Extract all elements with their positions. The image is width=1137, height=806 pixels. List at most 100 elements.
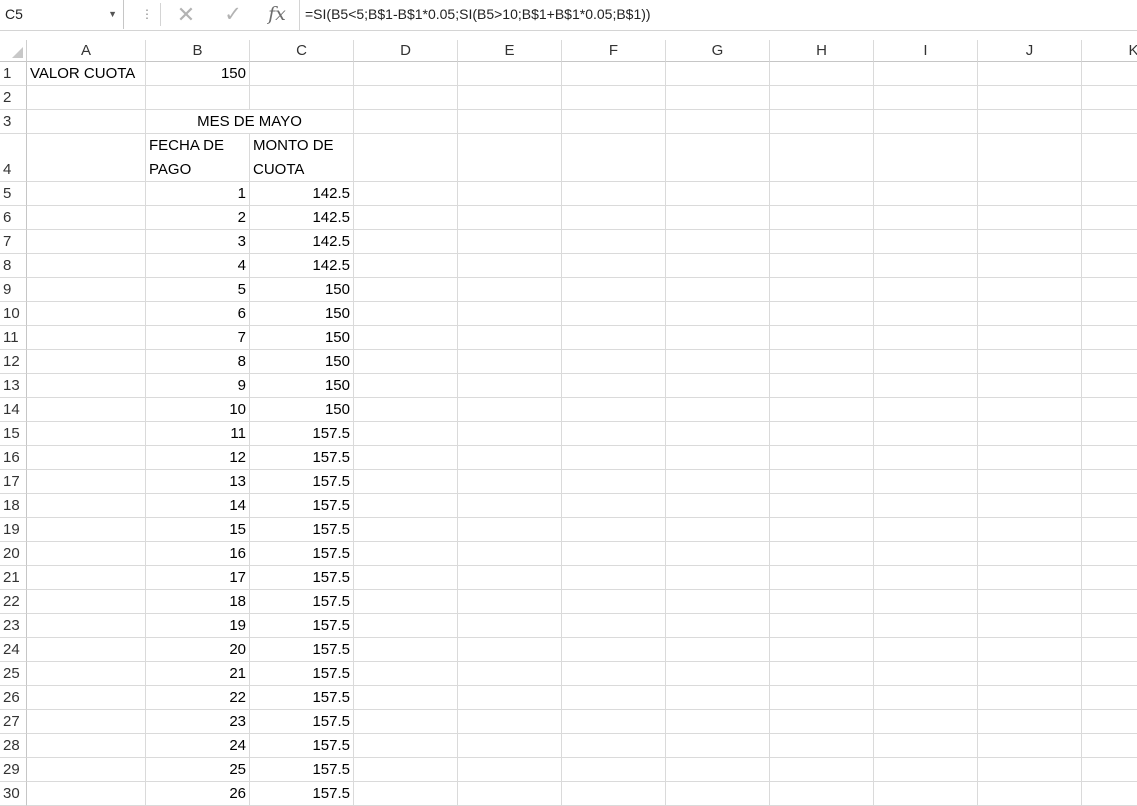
grid-cell[interactable] (27, 350, 146, 374)
grid-cell[interactable] (770, 326, 874, 350)
grid-cell[interactable] (666, 86, 770, 110)
grid-cell[interactable] (666, 494, 770, 518)
grid-cell[interactable] (666, 662, 770, 686)
grid-cell[interactable] (1082, 638, 1137, 662)
row-header-25[interactable]: 25 (0, 662, 27, 686)
grid-cell[interactable] (562, 350, 666, 374)
grid-cell[interactable] (458, 518, 562, 542)
grid-cell[interactable] (562, 398, 666, 422)
grid-cell[interactable] (978, 374, 1082, 398)
grid-cell[interactable] (354, 302, 458, 326)
grid-cell[interactable] (27, 254, 146, 278)
grid-cell[interactable] (458, 350, 562, 374)
grid-cell[interactable] (874, 206, 978, 230)
grid-cell[interactable] (458, 734, 562, 758)
grid-cell[interactable] (27, 398, 146, 422)
row-header-26[interactable]: 26 (0, 686, 27, 710)
grid-cell[interactable] (770, 734, 874, 758)
grid-cell[interactable] (770, 302, 874, 326)
grid-cell[interactable] (874, 422, 978, 446)
grid-cell[interactable] (874, 86, 978, 110)
grid-cell[interactable] (562, 182, 666, 206)
cell-b1[interactable]: 150 (146, 62, 250, 86)
grid-cell[interactable] (874, 374, 978, 398)
header-monto-de-cuota[interactable]: MONTO DE CUOTA (250, 134, 354, 182)
chevron-down-icon[interactable]: ▼ (108, 0, 117, 29)
grid-cell[interactable] (666, 758, 770, 782)
grid-cell[interactable] (874, 350, 978, 374)
grid-cell[interactable] (562, 278, 666, 302)
grid-cell[interactable] (27, 182, 146, 206)
grid-cell[interactable] (978, 710, 1082, 734)
cell-a2[interactable] (27, 86, 146, 110)
grid-cell[interactable] (562, 254, 666, 278)
grid-cell[interactable] (666, 110, 770, 134)
cell-monto-de-cuota[interactable]: 142.5 (250, 230, 354, 254)
grid-cell[interactable] (978, 566, 1082, 590)
grid-cell[interactable] (666, 734, 770, 758)
grid-cell[interactable] (1082, 422, 1137, 446)
cell-monto-de-cuota[interactable]: 157.5 (250, 518, 354, 542)
grid-cell[interactable] (874, 590, 978, 614)
row-header-19[interactable]: 19 (0, 518, 27, 542)
cell-monto-de-cuota[interactable]: 150 (250, 278, 354, 302)
grid-cell[interactable] (354, 638, 458, 662)
grid-cell[interactable] (562, 206, 666, 230)
grid-cell[interactable] (874, 278, 978, 302)
cell-monto-de-cuota[interactable]: 157.5 (250, 662, 354, 686)
grid-cell[interactable] (770, 182, 874, 206)
cell-monto-de-cuota[interactable]: 150 (250, 398, 354, 422)
grid-cell[interactable] (770, 590, 874, 614)
grid-cell[interactable] (666, 182, 770, 206)
grid-cell[interactable] (1082, 590, 1137, 614)
grid-cell[interactable] (874, 182, 978, 206)
cell-monto-de-cuota[interactable]: 157.5 (250, 734, 354, 758)
grid-cell[interactable] (562, 230, 666, 254)
grid-cell[interactable] (874, 134, 978, 182)
grid-cell[interactable] (1082, 62, 1137, 86)
grid-cell[interactable] (770, 710, 874, 734)
grid-cell[interactable] (27, 230, 146, 254)
grid-cell[interactable] (562, 494, 666, 518)
grid-cell[interactable] (874, 518, 978, 542)
grid-cell[interactable] (354, 230, 458, 254)
insert-function-icon[interactable]: fx (262, 0, 292, 29)
grid-cell[interactable] (770, 398, 874, 422)
grid-cell[interactable] (1082, 134, 1137, 182)
row-header-4[interactable]: 4 (0, 134, 27, 182)
cell-c1[interactable] (250, 62, 354, 86)
grid-cell[interactable] (562, 710, 666, 734)
grid-cell[interactable] (458, 662, 562, 686)
cell-fecha-de-pago[interactable]: 6 (146, 302, 250, 326)
row-header-13[interactable]: 13 (0, 374, 27, 398)
cell-fecha-de-pago[interactable]: 11 (146, 422, 250, 446)
cell-fecha-de-pago[interactable]: 10 (146, 398, 250, 422)
grid-cell[interactable] (770, 638, 874, 662)
column-header-d[interactable]: D (354, 40, 458, 62)
cell-monto-de-cuota[interactable]: 157.5 (250, 470, 354, 494)
grid-cell[interactable] (458, 782, 562, 806)
row-header-2[interactable]: 2 (0, 86, 27, 110)
grid-cell[interactable] (27, 518, 146, 542)
cell-monto-de-cuota[interactable]: 157.5 (250, 638, 354, 662)
cell-fecha-de-pago[interactable]: 15 (146, 518, 250, 542)
grid-cell[interactable] (562, 86, 666, 110)
grid-cell[interactable] (27, 638, 146, 662)
grid-cell[interactable] (1082, 350, 1137, 374)
grid-cell[interactable] (562, 542, 666, 566)
row-header-12[interactable]: 12 (0, 350, 27, 374)
grid-cell[interactable] (1082, 86, 1137, 110)
grid-cell[interactable] (458, 686, 562, 710)
cell-fecha-de-pago[interactable]: 1 (146, 182, 250, 206)
grid-cell[interactable] (978, 662, 1082, 686)
grid-cell[interactable] (978, 86, 1082, 110)
grid-cell[interactable] (458, 470, 562, 494)
grid-cell[interactable] (978, 758, 1082, 782)
column-header-k[interactable]: K (1082, 40, 1137, 62)
grid-cell[interactable] (562, 374, 666, 398)
row-header-24[interactable]: 24 (0, 638, 27, 662)
column-header-c[interactable]: C (250, 40, 354, 62)
grid-cell[interactable] (458, 182, 562, 206)
grid-cell[interactable] (874, 638, 978, 662)
row-header-30[interactable]: 30 (0, 782, 27, 806)
